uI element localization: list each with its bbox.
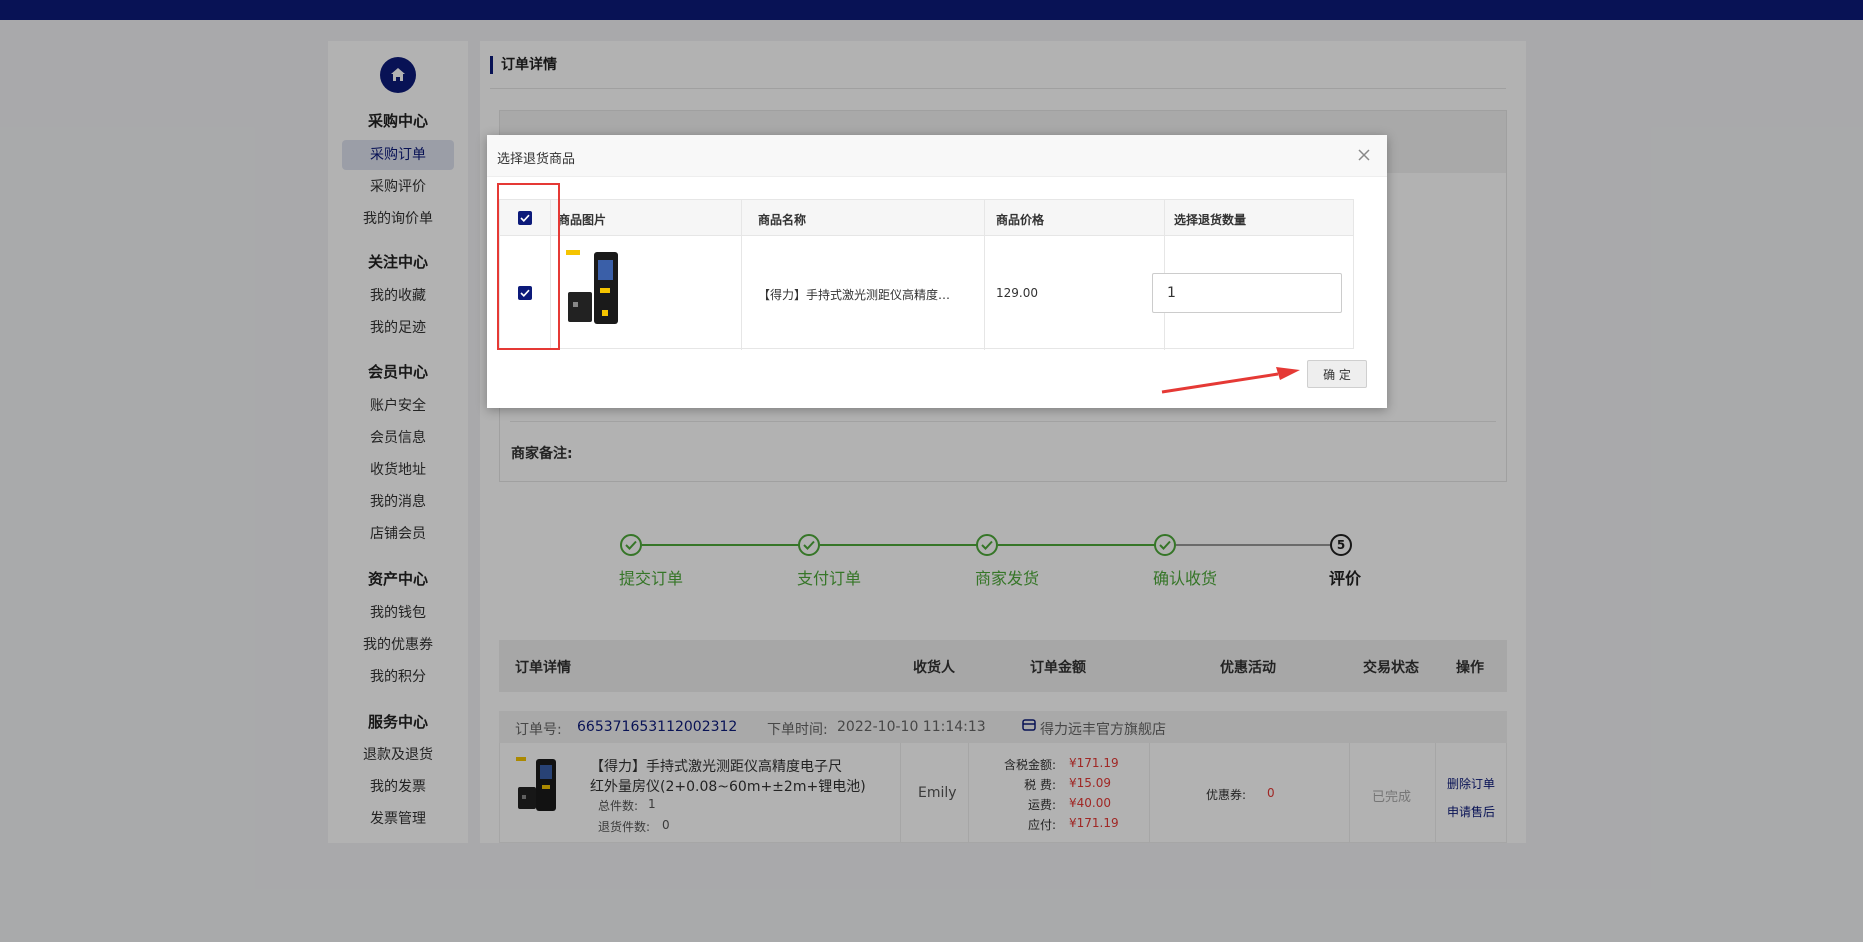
header-product-image: 商品图片 <box>558 213 607 227</box>
modal-title: 选择退货商品 <box>497 152 576 167</box>
return-quantity-input[interactable] <box>1152 273 1342 313</box>
modal-product-price: 129.00 <box>996 286 1038 300</box>
modal-product-name: 【得力】手持式激光测距仪高精度电子尺红外量房仪(2+0.08~60m+±2m+锂… <box>758 288 953 302</box>
annotation-arrow-icon <box>1161 367 1300 394</box>
modal-header: 选择退货商品 <box>487 135 1387 177</box>
return-goods-table: 商品图片 商品名称 商品价格 选择退货数量 【得力】手持式激光测距仪高精度电子尺… <box>499 199 1354 350</box>
confirm-button[interactable]: 确 定 <box>1307 360 1367 388</box>
close-icon[interactable] <box>1355 146 1373 164</box>
header-product-name: 商品名称 <box>758 213 807 227</box>
column-divider <box>741 200 742 350</box>
annotation-highlight-box <box>497 183 560 350</box>
header-product-price: 商品价格 <box>996 213 1045 227</box>
column-divider <box>984 200 985 350</box>
header-return-quantity: 选择退货数量 <box>1174 213 1247 227</box>
modal-product-thumbnail <box>566 250 626 328</box>
